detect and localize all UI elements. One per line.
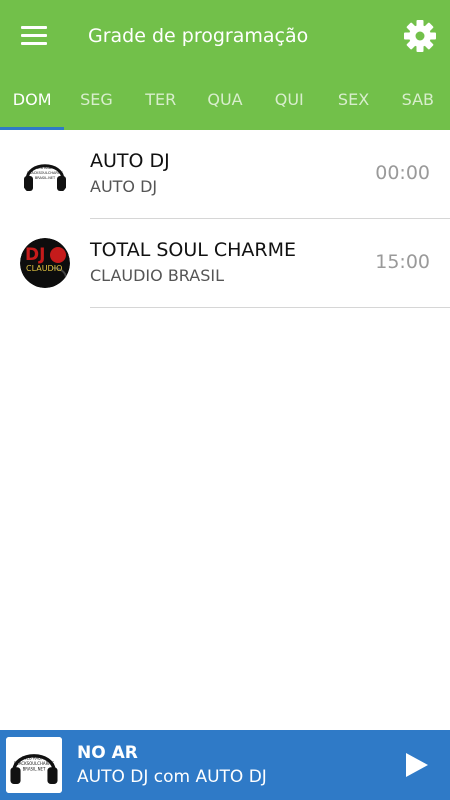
list-item[interactable]: WEB RADIO BLACKSOULCHARME BRASIL.NET AUT… bbox=[0, 130, 450, 219]
svg-text:CLAUDIO: CLAUDIO bbox=[26, 264, 62, 273]
menu-icon[interactable] bbox=[18, 22, 52, 50]
schedule-list: WEB RADIO BLACKSOULCHARME BRASIL.NET AUT… bbox=[0, 130, 450, 308]
divider bbox=[90, 307, 450, 308]
app-bar: Grade de programação DOM SEG TER QUA QUI… bbox=[0, 0, 450, 130]
page-title: Grade de programação bbox=[88, 25, 309, 47]
program-host: AUTO DJ bbox=[90, 177, 158, 196]
headphones-logo-icon: WEB RADIO BLACKSOULCHARME BRASIL.NET bbox=[20, 149, 70, 199]
svg-text:BLACKSOULCHARME: BLACKSOULCHARME bbox=[27, 171, 63, 175]
program-time: 00:00 bbox=[375, 162, 430, 184]
list-item[interactable]: DJ CLAUDIO TOTAL SOUL CHARME CLAUDIO BRA… bbox=[0, 219, 450, 308]
on-air-label: NO AR bbox=[77, 743, 138, 763]
tab-sex[interactable]: SEX bbox=[321, 76, 385, 130]
program-host: CLAUDIO BRASIL bbox=[90, 266, 225, 285]
program-name: TOTAL SOUL CHARME bbox=[90, 239, 297, 261]
dj-claudio-logo-icon: DJ CLAUDIO bbox=[20, 238, 70, 288]
tab-qui[interactable]: QUI bbox=[257, 76, 321, 130]
headphones-logo-icon: WEB RADIO BLACKSOULCHARME BRASIL.NET bbox=[6, 737, 62, 793]
tab-seg[interactable]: SEG bbox=[64, 76, 128, 130]
now-playing-bar[interactable]: WEB RADIO BLACKSOULCHARME BRASIL.NET NO … bbox=[0, 730, 450, 800]
svg-text:BRASIL.NET: BRASIL.NET bbox=[23, 767, 46, 772]
day-tabs: DOM SEG TER QUA QUI SEX SAB bbox=[0, 76, 450, 130]
program-name: AUTO DJ bbox=[90, 150, 170, 172]
svg-text:BLACKSOULCHARME: BLACKSOULCHARME bbox=[14, 761, 55, 766]
svg-text:DJ: DJ bbox=[25, 245, 45, 265]
svg-text:WEB RADIO: WEB RADIO bbox=[35, 166, 56, 170]
now-playing-text: AUTO DJ com AUTO DJ bbox=[77, 767, 267, 787]
tab-sab[interactable]: SAB bbox=[386, 76, 450, 130]
play-icon[interactable] bbox=[400, 749, 432, 781]
program-time: 15:00 bbox=[375, 251, 430, 273]
tab-ter[interactable]: TER bbox=[129, 76, 193, 130]
tab-dom[interactable]: DOM bbox=[0, 76, 65, 130]
tab-qua[interactable]: QUA bbox=[193, 76, 257, 130]
svg-text:BRASIL.NET: BRASIL.NET bbox=[35, 176, 56, 180]
svg-text:WEB RADIO: WEB RADIO bbox=[23, 755, 46, 760]
gear-icon[interactable] bbox=[402, 18, 438, 54]
